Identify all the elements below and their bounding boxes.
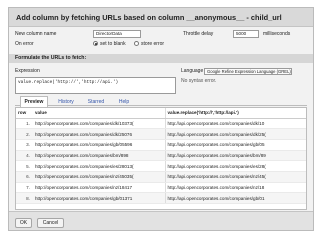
tab-strip: Preview History Starred Help [15, 96, 307, 107]
row-value: http://opencorporates.com/companies/es/2… [33, 160, 165, 172]
row-value: http://opencorporates.com/companies/nz/1… [33, 182, 165, 194]
row-result: http://api.opencorporates.com/companies/… [164, 192, 306, 204]
row-result: http://api.opencorporates.com/companies/… [164, 160, 306, 172]
row-number: 4. [16, 150, 33, 162]
preview-header-row: row value value.replace('http://','http:… [16, 108, 306, 119]
preview-pane[interactable]: row value value.replace('http://','http:… [15, 107, 307, 210]
row-value: http://opencorporates.com/companies/gb/0… [33, 192, 165, 204]
table-row: 5. http://opencorporates.com/companies/es… [16, 160, 306, 172]
table-row: 1. http://opencorporates.com/companies/dk… [16, 118, 306, 130]
table-row: 3. http://opencorporates.com/companies/gb… [16, 139, 306, 151]
language-label: Language [181, 68, 204, 74]
store-error-radio[interactable] [134, 41, 139, 46]
dialog-footer: OK Cancel [9, 211, 313, 230]
new-column-label: New column name [15, 31, 57, 37]
new-column-input[interactable]: DirectorData [93, 30, 141, 38]
add-column-dialog: Add column by fetching URLs based on col… [8, 7, 314, 231]
table-row: 2. http://opencorporates.com/companies/dk… [16, 128, 306, 140]
preview-table: row value value.replace('http://','http:… [16, 108, 306, 204]
row-result: http://api.opencorporates.com/companies/… [164, 118, 306, 130]
tab-help[interactable]: Help [112, 98, 136, 106]
table-row: 7. http://opencorporates.com/companies/nz… [16, 182, 306, 194]
formulate-section-bar: Formulate the URLs to fetch: [9, 54, 313, 63]
language-select[interactable]: Google Refine Expression Language (GREL) [204, 68, 292, 75]
header-value: value [33, 108, 165, 119]
row-value: http://opencorporates.com/companies/nz/4… [33, 171, 165, 183]
row-number: 2. [16, 128, 33, 140]
row-value: http://opencorporates.com/companies/gb/0… [33, 139, 165, 151]
row-result: http://api.opencorporates.com/companies/… [164, 150, 306, 162]
row-number: 1. [16, 118, 33, 130]
dialog-title-bar[interactable]: Add column by fetching URLs based on col… [9, 8, 313, 27]
row-number: 7. [16, 182, 33, 194]
row-number: 6. [16, 171, 33, 183]
row-value: http://opencorporates.com/companies/dk/2… [33, 128, 165, 140]
dialog-title: Add column by fetching URLs based on col… [16, 13, 282, 22]
tab-starred[interactable]: Starred [82, 98, 110, 106]
table-row: 8. http://opencorporates.com/companies/gb… [16, 192, 306, 204]
set-to-blank-radio[interactable] [93, 41, 98, 46]
cancel-button[interactable]: Cancel [37, 218, 64, 228]
row-result: http://api.opencorporates.com/companies/… [164, 139, 306, 151]
expression-label: Expression [15, 68, 40, 74]
row-number: 3. [16, 139, 33, 151]
syntax-status: No syntax error. [181, 78, 217, 84]
throttle-delay-input[interactable]: 5000 [233, 30, 259, 38]
formulate-section-title: Formulate the URLs to fetch: [15, 55, 87, 61]
store-error-label[interactable]: store error [141, 41, 164, 47]
row-result: http://api.opencorporates.com/companies/… [164, 182, 306, 194]
tab-preview[interactable]: Preview [20, 96, 48, 107]
dialog-body: New column name DirectorData Throttle de… [9, 27, 313, 211]
expression-textarea[interactable]: value.replace('http://','http://api.') [15, 77, 176, 94]
table-row: 4. http://opencorporates.com/companies/bm… [16, 150, 306, 162]
set-to-blank-label[interactable]: set to blank [100, 41, 126, 47]
row-value: http://opencorporates.com/companies/bm/8… [33, 150, 165, 162]
row-value: http://opencorporates.com/companies/dk/1… [33, 118, 165, 130]
throttle-unit-label: milliseconds [263, 31, 291, 37]
table-row: 6. http://opencorporates.com/companies/nz… [16, 171, 306, 183]
row-result: http://api.opencorporates.com/companies/… [164, 171, 306, 183]
on-error-label: On error [15, 41, 34, 47]
header-expression: value.replace('http://','http://api.') [164, 108, 306, 119]
row-number: 8. [16, 192, 33, 204]
ok-button[interactable]: OK [15, 218, 32, 228]
tab-history[interactable]: History [52, 98, 80, 106]
row-result: http://api.opencorporates.com/companies/… [164, 128, 306, 140]
row-number: 5. [16, 160, 33, 172]
header-row: row [16, 108, 33, 119]
throttle-delay-label: Throttle delay [183, 31, 214, 37]
